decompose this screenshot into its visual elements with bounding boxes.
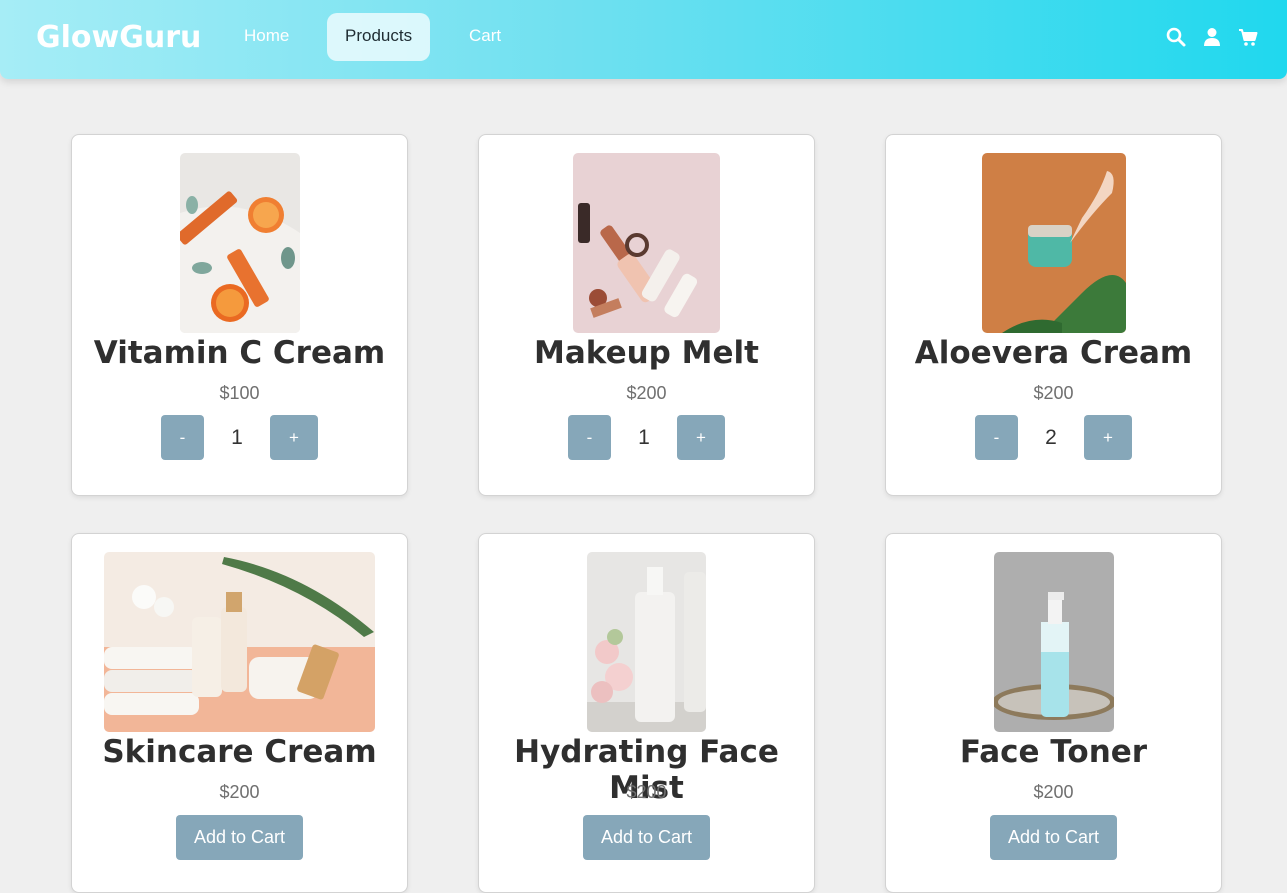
nav-products[interactable]: Products (327, 13, 431, 61)
product-name: Face Toner (959, 734, 1148, 770)
decrease-quantity-button[interactable]: - (568, 415, 611, 460)
product-price: $200 (626, 383, 667, 403)
increase-quantity-button[interactable]: + (270, 415, 318, 460)
quantity-value: 2 (1045, 426, 1057, 449)
decrease-quantity-button[interactable]: - (975, 415, 1018, 460)
product-name: Vitamin C Cream (93, 335, 386, 371)
increase-quantity-button[interactable]: + (677, 415, 725, 460)
decrease-quantity-button[interactable]: - (161, 415, 204, 460)
product-image (587, 552, 706, 732)
product-price: $200 (626, 782, 667, 802)
product-card: Hydrating Face Mist $200 Add to Cart (478, 533, 815, 893)
nav-cart[interactable]: Cart (451, 13, 519, 61)
product-card: Face Toner $200 Add to Cart (885, 533, 1222, 893)
product-price: $200 (1033, 383, 1074, 403)
brand-logo[interactable]: GlowGuru (36, 20, 201, 55)
product-card: Skincare Cream $200 Add to Cart (71, 533, 408, 893)
nav-home[interactable]: Home (226, 13, 307, 61)
product-name: Skincare Cream (102, 734, 377, 770)
quantity-value: 1 (231, 426, 243, 449)
product-price: $200 (219, 782, 260, 802)
cart-icon[interactable] (1237, 26, 1259, 48)
product-image (982, 153, 1126, 333)
add-to-cart-button[interactable]: Add to Cart (176, 815, 303, 860)
product-image (994, 552, 1114, 732)
product-name: Aloevera Cream (914, 335, 1193, 371)
product-image (104, 552, 375, 732)
add-to-cart-button[interactable]: Add to Cart (583, 815, 710, 860)
quantity-value: 1 (638, 426, 650, 449)
search-icon[interactable] (1165, 26, 1187, 48)
product-card: Vitamin C Cream $100 - 1 + (71, 134, 408, 496)
user-icon[interactable] (1201, 26, 1223, 48)
product-name: Makeup Melt (534, 335, 759, 371)
add-to-cart-button[interactable]: Add to Cart (990, 815, 1117, 860)
product-image (180, 153, 300, 333)
product-card: Makeup Melt $200 - 1 + (478, 134, 815, 496)
increase-quantity-button[interactable]: + (1084, 415, 1132, 460)
product-price: $200 (1033, 782, 1074, 802)
product-price: $100 (219, 383, 260, 403)
navbar: GlowGuru Home Products Cart (0, 0, 1287, 79)
product-image (573, 153, 720, 333)
product-card: Aloevera Cream $200 - 2 + (885, 134, 1222, 496)
